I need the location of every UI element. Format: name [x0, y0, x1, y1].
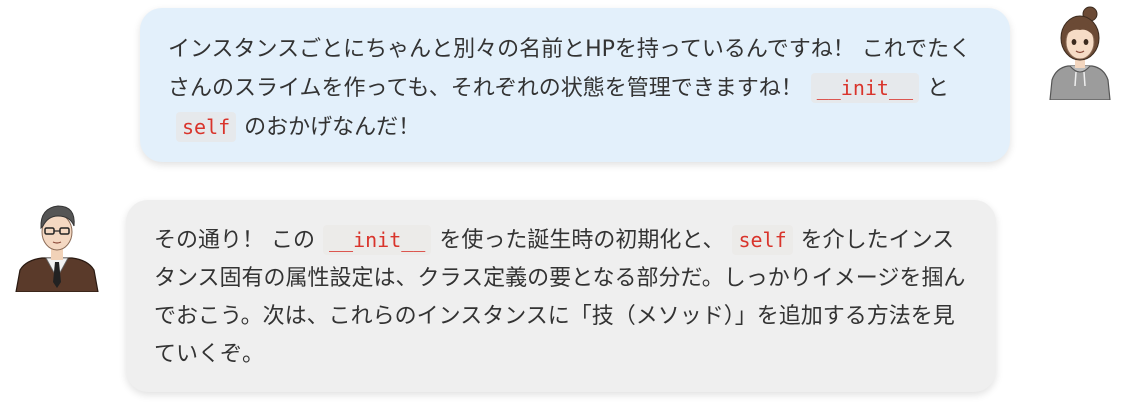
- student-avatar-icon: [1046, 6, 1114, 101]
- student-message-bubble: インスタンスごとにちゃんと別々の名前とHPを持っているんですね！ これでたくさん…: [140, 8, 1010, 162]
- inline-code-self: self: [732, 225, 793, 255]
- inline-code-init: __init__: [810, 73, 920, 103]
- message-text: その通り！ この: [154, 228, 315, 253]
- message-text: と: [927, 76, 950, 101]
- inline-code-self: self: [176, 112, 237, 142]
- inline-code-init: __init__: [323, 225, 432, 255]
- teacher-message-bubble: その通り！ この __init__ を使った誕生時の初期化と、 self を介したインス…: [126, 200, 996, 392]
- message-text: のおかげなんだ！: [244, 115, 421, 140]
- teacher-avatar-icon: [12, 198, 102, 293]
- message-text: を使った誕生時の初期化と、: [439, 228, 725, 253]
